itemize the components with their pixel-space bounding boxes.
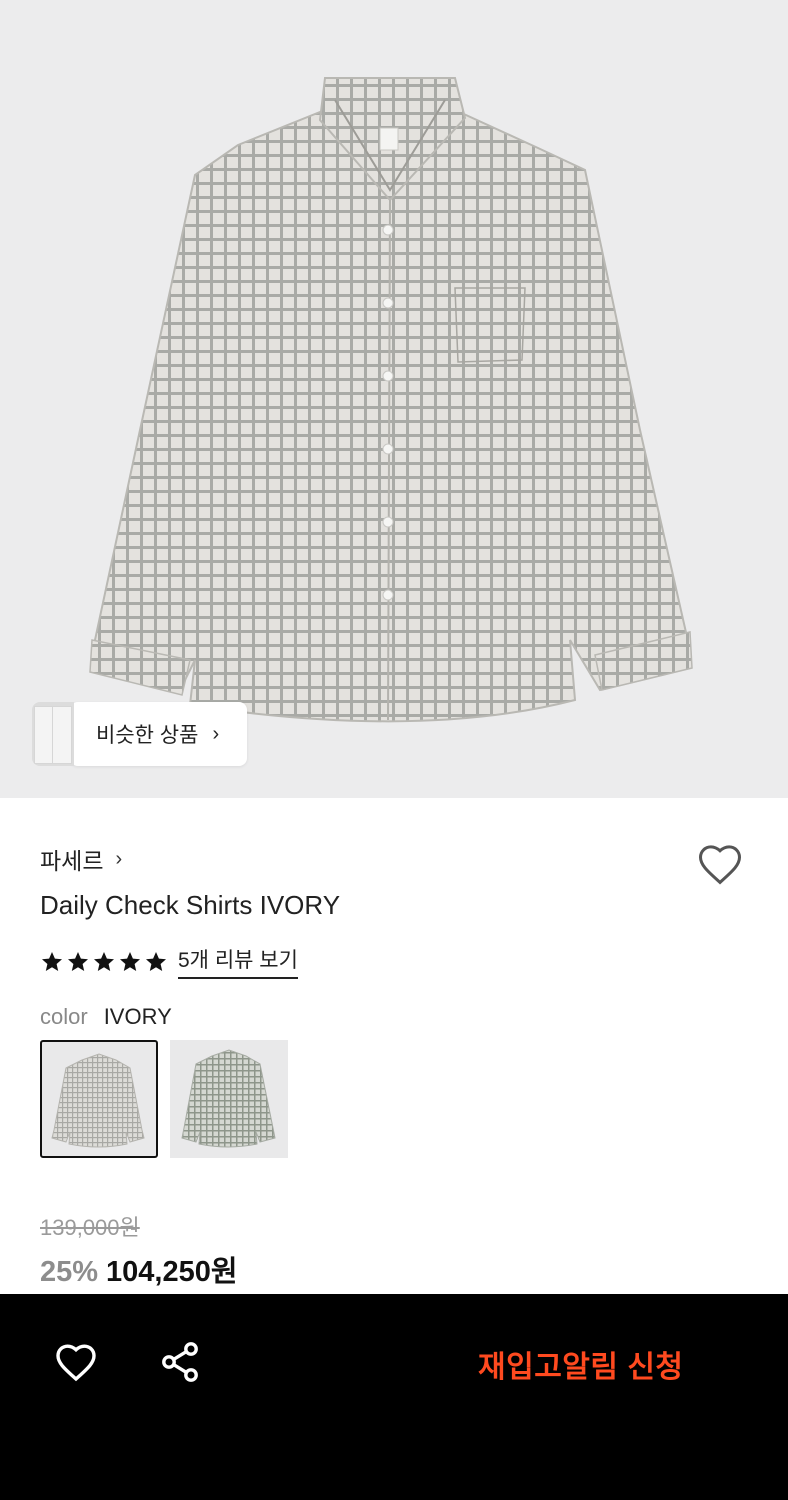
star-icon — [94, 951, 114, 971]
similar-products-label: 비슷한 상품 — [96, 724, 199, 747]
star-icon — [68, 951, 88, 971]
color-value: IVORY — [103, 1004, 172, 1029]
discount-rate: 25% — [40, 1256, 99, 1288]
rating-stars — [40, 950, 168, 974]
product-title: Daily Check Shirts IVORY — [40, 890, 341, 920]
reviews-link[interactable]: 5개 리뷰 보기 — [178, 944, 298, 979]
share-icon[interactable] — [156, 1338, 204, 1386]
color-swatch-ivory[interactable] — [40, 1040, 158, 1158]
sale-price: 104,250원 — [106, 1256, 238, 1288]
shirt-image — [89, 77, 693, 723]
restock-alert-button[interactable]: 재입고알림 신청 — [478, 1342, 684, 1386]
star-icon — [146, 951, 166, 971]
similar-products-button[interactable]: 비슷한 상품 › — [32, 702, 248, 766]
color-row: color IVORY — [40, 1004, 172, 1030]
original-price: 139,000원 — [40, 1215, 140, 1240]
bottom-action-bar — [0, 1294, 788, 1500]
product-image[interactable]: 비슷한 상품 › — [0, 0, 788, 798]
heart-outline-icon[interactable] — [694, 838, 746, 890]
chevron-right-icon: › — [115, 847, 123, 870]
chevron-right-icon: › — [212, 722, 220, 745]
color-swatch-alt[interactable] — [170, 1040, 288, 1158]
star-icon — [120, 951, 140, 971]
similar-thumbnails — [32, 702, 74, 766]
brand-link[interactable]: 파세르 › — [40, 842, 122, 876]
star-icon — [42, 951, 62, 971]
price-row: 25% 104,250원 — [40, 1248, 238, 1290]
heart-outline-icon[interactable] — [52, 1338, 100, 1386]
brand-name: 파세르 — [40, 848, 104, 874]
similar-products-label-box[interactable]: 비슷한 상품 › — [70, 702, 248, 766]
shirt-thumbnail — [181, 1049, 276, 1148]
color-label: color — [40, 1004, 88, 1029]
shirt-thumbnail — [51, 1053, 145, 1148]
rating-row: 5개 리뷰 보기 — [40, 944, 298, 979]
